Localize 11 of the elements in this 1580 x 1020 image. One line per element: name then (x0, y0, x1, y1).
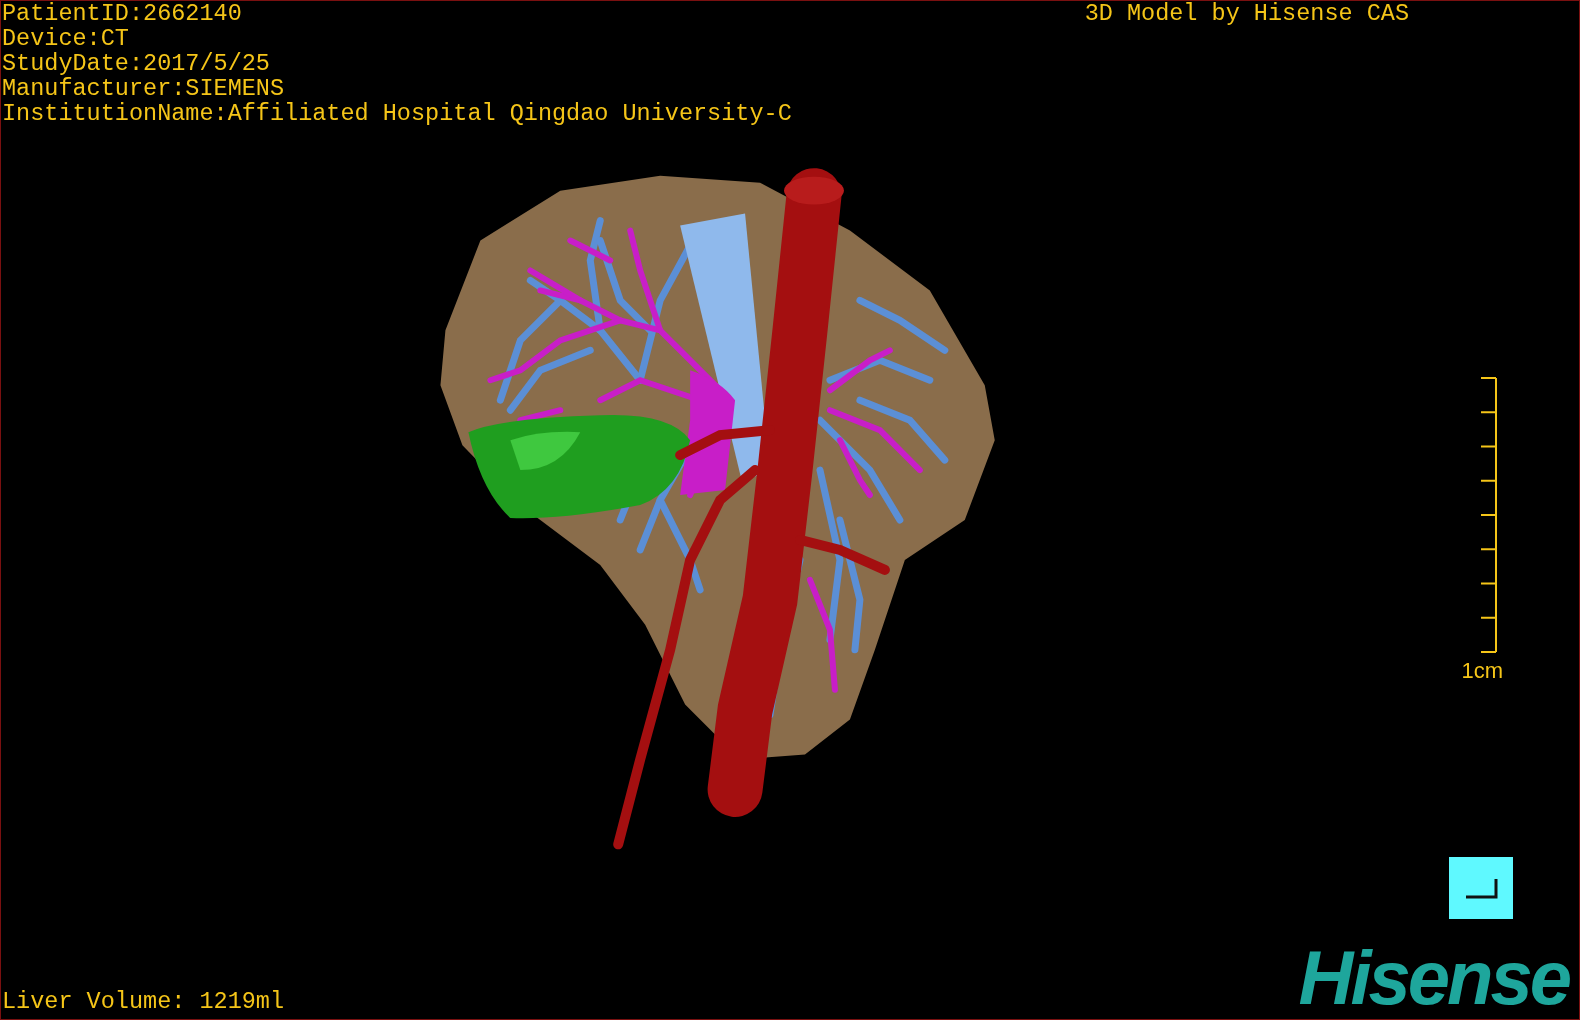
scale-label: 1cm (1461, 658, 1503, 684)
patient-info-line: Manufacturer:SIEMENS (2, 76, 286, 101)
corner-icon (1464, 877, 1498, 899)
patient-info-line: StudyDate:2017/5/25 (2, 51, 271, 76)
corner-button[interactable] (1449, 857, 1513, 919)
patient-info-line: InstitutionName:Affiliated Hospital Qingdao University-C (2, 101, 792, 126)
liver-volume-text: Liver Volume: 1219ml (1, 989, 285, 1017)
patient-info-line: PatientID:2662140 (2, 1, 243, 26)
patient-info-line: Device:CT (2, 26, 130, 51)
viewer-title: 3D Model by Hisense CAS (1084, 1, 1409, 26)
brand-logo: Hisense (1298, 945, 1571, 1011)
